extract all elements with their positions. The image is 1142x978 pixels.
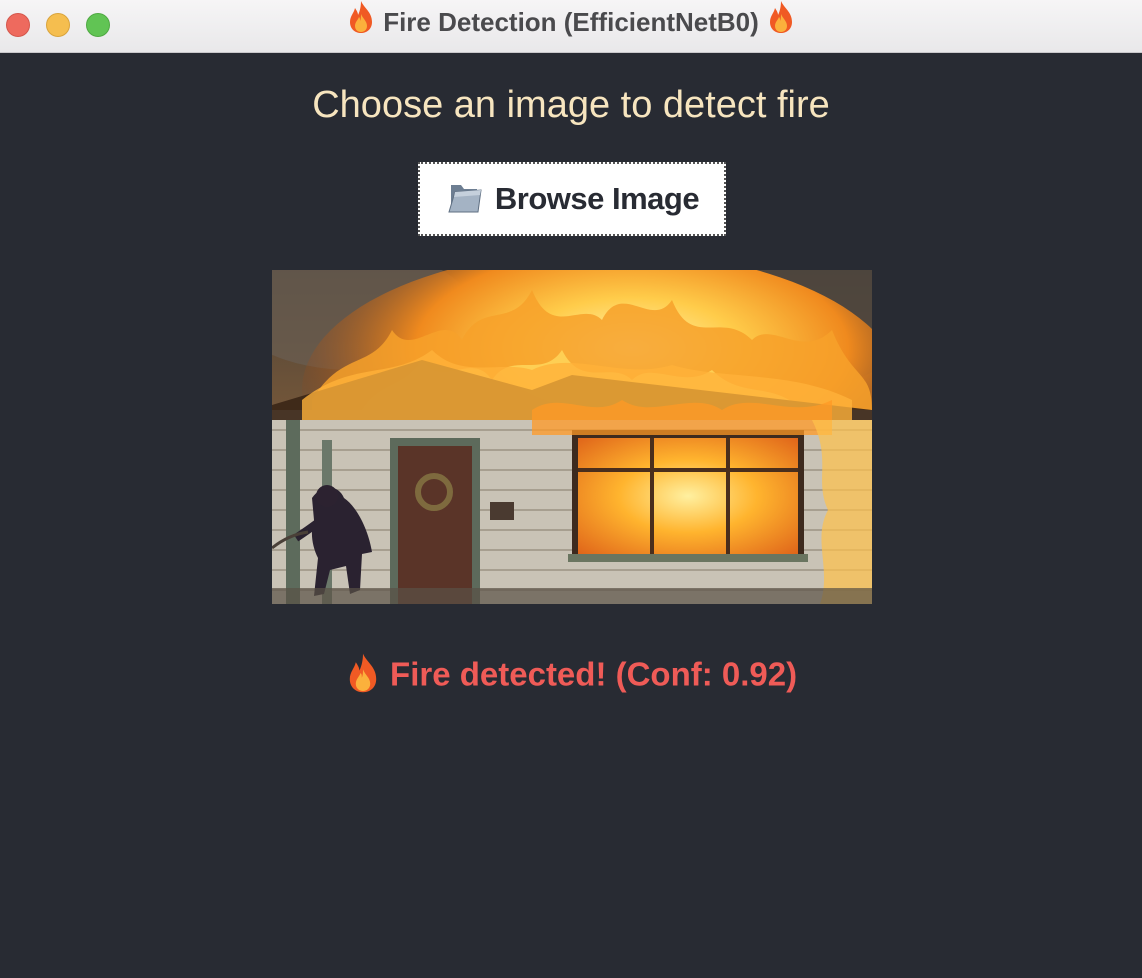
app-window: Fire Detection (EfficientNetB0) Choose a… xyxy=(0,0,1142,978)
window-title: Fire Detection (EfficientNetB0) xyxy=(0,0,1142,45)
browse-image-button[interactable]: Browse Image xyxy=(418,162,726,236)
fire-icon xyxy=(345,652,381,702)
browse-button-label: Browse Image xyxy=(494,181,700,216)
folder-icon xyxy=(445,179,485,220)
burning-house-image xyxy=(272,270,872,604)
detection-result-text: Fire detected! (Conf: 0.92) xyxy=(390,655,798,693)
fire-icon xyxy=(346,0,376,48)
fire-icon xyxy=(766,0,796,48)
image-preview xyxy=(272,270,872,604)
window-title-text: Fire Detection (EfficientNetB0) xyxy=(383,7,759,37)
page-heading: Choose an image to detect fire xyxy=(312,84,830,126)
title-bar[interactable]: Fire Detection (EfficientNetB0) xyxy=(0,0,1142,53)
detection-result: Fire detected! (Conf: 0.92) xyxy=(0,652,1142,702)
